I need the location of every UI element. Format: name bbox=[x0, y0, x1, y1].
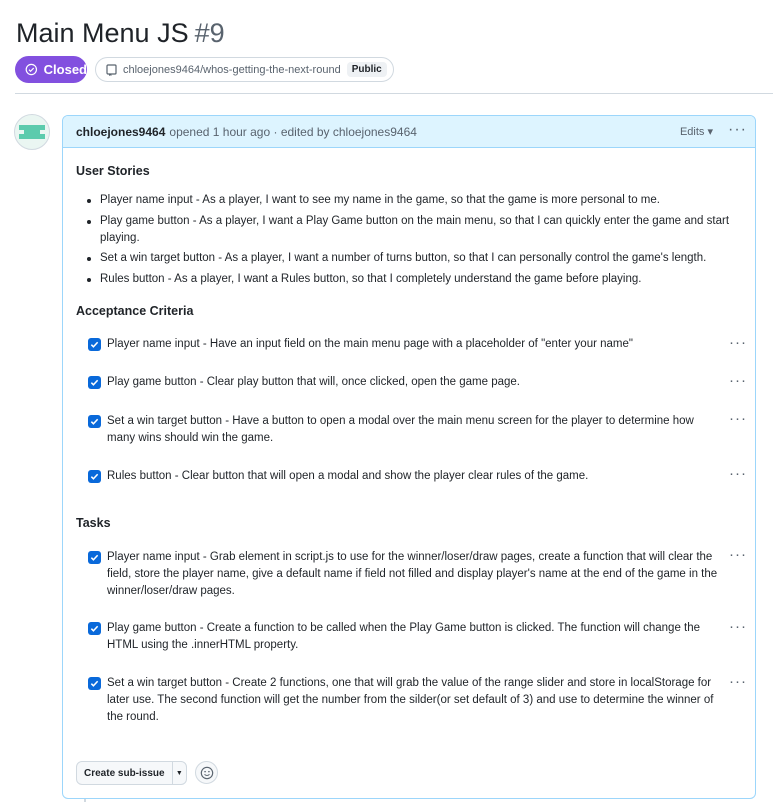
task-checkbox[interactable] bbox=[88, 338, 101, 351]
repo-icon bbox=[106, 63, 117, 76]
tasks-heading: Tasks bbox=[76, 516, 111, 530]
user-stories-heading: User Stories bbox=[76, 164, 150, 178]
closed-icon bbox=[25, 63, 38, 76]
user-story-item: Play game button - As a player, I want a… bbox=[87, 213, 742, 247]
check-icon bbox=[90, 625, 99, 632]
task-text: Player name input - Have an input field … bbox=[107, 338, 633, 350]
repo-pill[interactable]: chloejones9464/whos-getting-the-next-rou… bbox=[95, 57, 394, 82]
task-text: Rules button - Clear button that will op… bbox=[107, 470, 589, 482]
check-icon bbox=[90, 418, 99, 425]
task-options-kebab-icon[interactable]: ··· bbox=[729, 335, 747, 350]
task-options-kebab-icon[interactable]: ··· bbox=[729, 674, 747, 689]
task-options-kebab-icon[interactable]: ··· bbox=[729, 547, 747, 562]
acceptance-task-item: Set a win target button - Have a button … bbox=[88, 413, 728, 447]
task-text: Play game button - Create a function to … bbox=[107, 622, 701, 651]
check-icon bbox=[90, 680, 99, 687]
task-options-kebab-icon[interactable]: ··· bbox=[729, 373, 747, 388]
check-icon bbox=[90, 341, 99, 348]
task-item: Set a win target button - Create 2 funct… bbox=[88, 675, 728, 726]
visibility-badge: Public bbox=[346, 62, 387, 77]
comment-meta: opened 1 hour ago · edited by chloejones… bbox=[169, 124, 417, 139]
task-checkbox[interactable] bbox=[88, 622, 101, 635]
repo-name[interactable]: chloejones9464/whos-getting-the-next-rou… bbox=[123, 64, 341, 76]
task-text: Play game button - Clear play button tha… bbox=[107, 376, 520, 388]
check-icon bbox=[90, 379, 99, 386]
create-sub-issue-label[interactable]: Create sub-issue bbox=[77, 762, 173, 784]
edits-dropdown[interactable]: Edits ▾ bbox=[680, 125, 713, 138]
header-divider bbox=[15, 93, 773, 94]
task-options-kebab-icon[interactable]: ··· bbox=[729, 411, 747, 426]
acceptance-task-item: Rules button - Clear button that will op… bbox=[88, 468, 728, 485]
task-text: Set a win target button - Create 2 funct… bbox=[107, 677, 714, 723]
check-icon bbox=[90, 554, 99, 561]
issue-title-row: Main Menu JS #9 bbox=[16, 14, 225, 52]
task-checkbox[interactable] bbox=[88, 551, 101, 564]
acceptance-task-item: Play game button - Clear play button tha… bbox=[88, 374, 728, 391]
add-reaction-button[interactable] bbox=[195, 761, 218, 784]
task-checkbox[interactable] bbox=[88, 677, 101, 690]
task-checkbox[interactable] bbox=[88, 415, 101, 428]
issue-title: Main Menu JS bbox=[16, 18, 189, 48]
comment-header: chloejones9464 opened 1 hour ago · edite… bbox=[63, 116, 755, 148]
closed-state-badge: Closed bbox=[15, 56, 87, 83]
task-text: Set a win target button - Have a button … bbox=[107, 415, 694, 444]
task-checkbox[interactable] bbox=[88, 376, 101, 389]
task-item: Play game button - Create a function to … bbox=[88, 620, 728, 654]
author-avatar[interactable] bbox=[14, 114, 50, 150]
task-options-kebab-icon[interactable]: ··· bbox=[729, 466, 747, 481]
user-story-item: Rules button - As a player, I want a Rul… bbox=[87, 271, 742, 288]
comment-author[interactable]: chloejones9464 bbox=[76, 125, 165, 139]
task-options-kebab-icon[interactable]: ··· bbox=[729, 619, 747, 634]
check-icon bbox=[90, 473, 99, 480]
user-story-item: Set a win target button - As a player, I… bbox=[87, 250, 742, 267]
issue-comment-card: chloejones9464 opened 1 hour ago · edite… bbox=[62, 115, 756, 799]
smiley-icon bbox=[200, 766, 213, 779]
acceptance-task-item: Player name input - Have an input field … bbox=[88, 336, 728, 353]
user-story-item: Player name input - As a player, I want … bbox=[87, 192, 742, 209]
task-text: Player name input - Grab element in scri… bbox=[107, 551, 718, 597]
comment-options-kebab-icon[interactable]: ··· bbox=[728, 120, 747, 140]
state-label: Closed bbox=[43, 62, 87, 77]
task-checkbox[interactable] bbox=[88, 470, 101, 483]
caret-down-icon[interactable]: ▼ bbox=[173, 770, 186, 777]
acceptance-criteria-heading: Acceptance Criteria bbox=[76, 304, 194, 318]
avatar-icon bbox=[19, 125, 45, 139]
issue-number: #9 bbox=[194, 18, 225, 48]
create-sub-issue-button[interactable]: Create sub-issue ▼ bbox=[76, 761, 187, 785]
task-item: Player name input - Grab element in scri… bbox=[88, 549, 728, 600]
